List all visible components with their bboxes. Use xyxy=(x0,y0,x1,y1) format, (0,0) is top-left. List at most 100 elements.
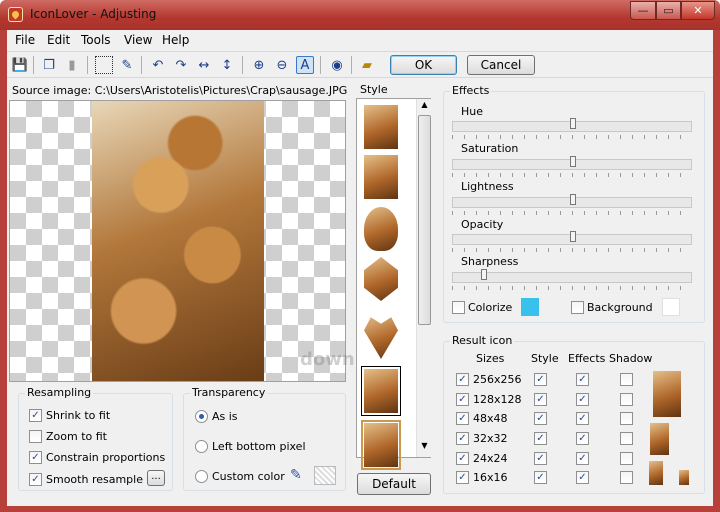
colorize-checkbox[interactable] xyxy=(452,301,465,314)
style-thumb[interactable] xyxy=(364,317,398,359)
maximize-button[interactable]: ▭ xyxy=(656,1,681,20)
zoom-to-fit-checkbox[interactable] xyxy=(29,430,42,443)
rotate-right-icon[interactable]: ↷ xyxy=(172,56,190,74)
style-checkbox[interactable]: ✓ xyxy=(534,373,547,386)
effects-checkbox[interactable]: ✓ xyxy=(576,471,589,484)
opacity-slider[interactable] xyxy=(452,231,692,245)
background-swatch[interactable] xyxy=(662,298,680,316)
scroll-down-icon[interactable]: ▼ xyxy=(418,441,431,455)
menu-help[interactable]: Help xyxy=(162,33,189,47)
lightness-slider[interactable] xyxy=(452,194,692,208)
size-checkbox[interactable]: ✓ xyxy=(456,373,469,386)
as-is-radio[interactable] xyxy=(195,410,208,423)
lightness-label: Lightness xyxy=(461,180,514,193)
hue-slider[interactable] xyxy=(452,118,692,132)
zoom-in-icon[interactable]: ⊕ xyxy=(250,56,268,74)
eyedropper-icon[interactable]: ✎ xyxy=(118,56,136,74)
saturation-slider-thumb[interactable] xyxy=(570,156,576,167)
custom-color-swatch[interactable] xyxy=(314,466,336,485)
shadow-checkbox[interactable] xyxy=(620,432,633,445)
eye-icon[interactable]: ◉ xyxy=(328,56,346,74)
style-header: Style xyxy=(531,352,559,365)
menu-view[interactable]: View xyxy=(124,33,152,47)
color-picker-icon[interactable]: ✎ xyxy=(290,467,302,483)
size-label: 24x24 xyxy=(473,452,508,465)
sharpness-slider[interactable] xyxy=(452,269,692,283)
background-checkbox[interactable] xyxy=(571,301,584,314)
background-label: Background xyxy=(587,301,653,314)
style-checkbox[interactable]: ✓ xyxy=(534,471,547,484)
style-thumb[interactable] xyxy=(361,420,401,470)
effects-checkbox[interactable]: ✓ xyxy=(576,452,589,465)
style-thumb[interactable] xyxy=(364,257,398,301)
book-icon[interactable]: ▰ xyxy=(358,56,376,74)
default-style-button[interactable]: Default xyxy=(357,473,431,495)
minimize-button[interactable]: — xyxy=(630,1,656,20)
flip-horizontal-icon[interactable]: ↔ xyxy=(195,56,213,74)
flip-vertical-icon[interactable]: ↕ xyxy=(218,56,236,74)
size-label: 128x128 xyxy=(473,393,522,406)
rotate-left-icon[interactable]: ↶ xyxy=(149,56,167,74)
toolbar: 💾 ❐ ▮ ✎ ↶ ↷ ↔ ↕ ⊕ ⊖ A ◉ ▰ OK Cancel xyxy=(7,51,713,78)
effects-checkbox[interactable]: ✓ xyxy=(576,373,589,386)
colorize-swatch[interactable] xyxy=(521,298,539,316)
style-checkbox[interactable]: ✓ xyxy=(534,432,547,445)
resample-options-button[interactable]: ... xyxy=(147,470,165,486)
saturation-slider[interactable] xyxy=(452,156,692,170)
style-checkbox[interactable]: ✓ xyxy=(534,452,547,465)
result-preview-48 xyxy=(649,461,663,485)
shadow-checkbox[interactable] xyxy=(620,471,633,484)
size-checkbox[interactable]: ✓ xyxy=(456,471,469,484)
paste-icon[interactable]: ▮ xyxy=(63,56,81,74)
menu-file[interactable]: File xyxy=(15,33,35,47)
client-area: File Edit Tools View Help 💾 ❐ ▮ ✎ ↶ ↷ ↔ … xyxy=(7,30,713,506)
save-icon[interactable]: 💾 xyxy=(11,56,29,74)
shrink-to-fit-checkbox[interactable]: ✓ xyxy=(29,409,42,422)
size-checkbox[interactable]: ✓ xyxy=(456,393,469,406)
style-thumb[interactable] xyxy=(364,155,398,199)
size-checkbox[interactable]: ✓ xyxy=(456,432,469,445)
app-window: IconLover - Adjusting — ▭ ✕ File Edit To… xyxy=(0,0,720,512)
hue-slider-thumb[interactable] xyxy=(570,118,576,129)
menu-bar: File Edit Tools View Help xyxy=(7,30,713,50)
effects-checkbox[interactable]: ✓ xyxy=(576,393,589,406)
effects-checkbox[interactable]: ✓ xyxy=(576,412,589,425)
style-list[interactable]: ▲ ▼ xyxy=(356,98,431,470)
smooth-resample-checkbox[interactable]: ✓ xyxy=(29,473,42,486)
copy-icon[interactable]: ❐ xyxy=(40,56,58,74)
style-thumb[interactable] xyxy=(364,207,398,251)
custom-color-radio[interactable] xyxy=(195,470,208,483)
result-preview-128 xyxy=(650,423,669,455)
style-thumb[interactable] xyxy=(364,105,398,149)
select-icon[interactable] xyxy=(95,56,113,74)
size-checkbox[interactable]: ✓ xyxy=(456,452,469,465)
close-button[interactable]: ✕ xyxy=(681,1,715,20)
opacity-slider-thumb[interactable] xyxy=(570,231,576,242)
effects-checkbox[interactable]: ✓ xyxy=(576,432,589,445)
cancel-button[interactable]: Cancel xyxy=(467,55,535,75)
style-checkbox[interactable]: ✓ xyxy=(534,412,547,425)
left-bottom-pixel-radio[interactable] xyxy=(195,440,208,453)
menu-tools[interactable]: Tools xyxy=(81,33,111,47)
shadow-checkbox[interactable] xyxy=(620,393,633,406)
sharpness-label: Sharpness xyxy=(461,255,519,268)
lightness-slider-thumb[interactable] xyxy=(570,194,576,205)
zoom-out-icon[interactable]: ⊖ xyxy=(273,56,291,74)
shadow-checkbox[interactable] xyxy=(620,452,633,465)
shadow-checkbox[interactable] xyxy=(620,412,633,425)
size-label: 256x256 xyxy=(473,373,522,386)
style-checkbox[interactable]: ✓ xyxy=(534,393,547,406)
constrain-proportions-checkbox[interactable]: ✓ xyxy=(29,451,42,464)
sharpness-slider-thumb[interactable] xyxy=(481,269,487,280)
menu-edit[interactable]: Edit xyxy=(47,33,70,47)
text-icon[interactable]: A xyxy=(296,56,314,74)
style-thumb[interactable] xyxy=(361,366,401,416)
scroll-up-icon[interactable]: ▲ xyxy=(418,100,431,114)
scroll-thumb[interactable] xyxy=(418,115,431,325)
window-title: IconLover - Adjusting xyxy=(30,7,157,21)
shadow-checkbox[interactable] xyxy=(620,373,633,386)
resampling-title: Resampling xyxy=(25,386,94,399)
ok-button[interactable]: OK xyxy=(390,55,457,75)
size-checkbox[interactable]: ✓ xyxy=(456,412,469,425)
style-scrollbar[interactable]: ▲ ▼ xyxy=(416,99,431,457)
